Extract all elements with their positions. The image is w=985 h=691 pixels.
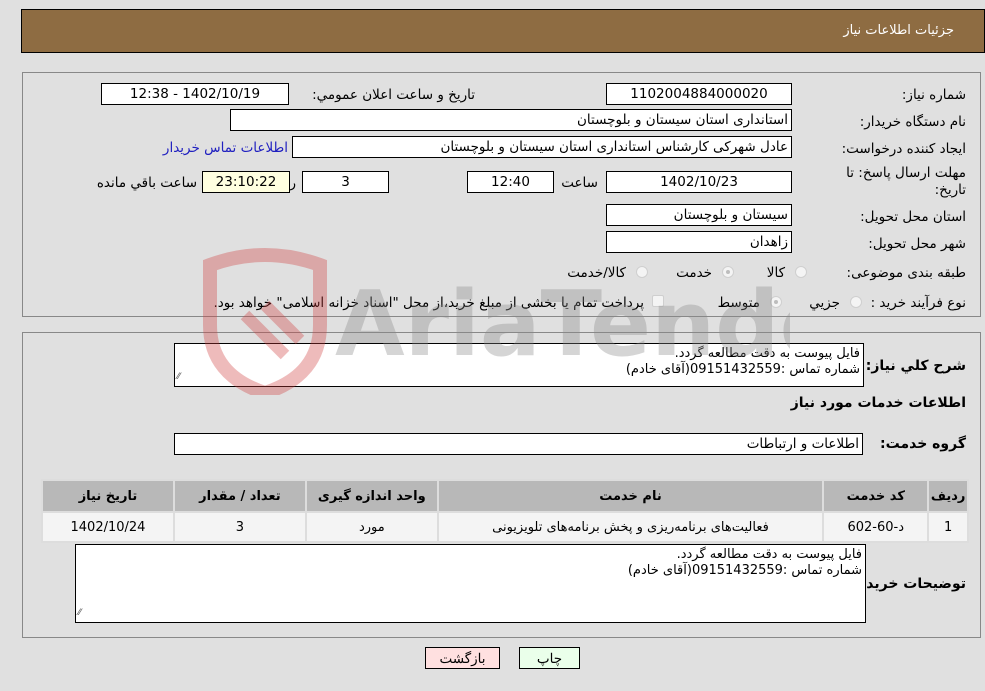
category-option-goods-service: کالا/خدمت: [567, 265, 626, 281]
category-radio-goods-service[interactable]: [636, 266, 648, 278]
delivery-province-field[interactable]: سیستان و بلوچستان: [606, 204, 792, 226]
table-header-row: ردیف کد خدمت نام خدمت واحد اندازه گیری ت…: [41, 479, 969, 513]
page-header: جزئیات اطلاعات نیاز: [21, 9, 985, 53]
days-remaining-field[interactable]: 3: [302, 171, 389, 193]
need-info-panel: شماره نیاز: 1102004884000020 تاریخ و ساع…: [22, 72, 981, 317]
announce-datetime-label: تاریخ و ساعت اعلان عمومي:: [312, 87, 475, 103]
requester-field[interactable]: عادل شهرکی کارشناس استانداری استان سیستا…: [292, 136, 792, 158]
col-header-unit: واحد اندازه گیری: [304, 479, 439, 513]
table-row: 1 د-60-602 فعالیت‌های برنامه‌ریزی و پخش …: [41, 511, 969, 543]
remaining-time-field[interactable]: 23:10:22: [202, 171, 290, 193]
category-radio-service[interactable]: [722, 266, 734, 278]
print-button[interactable]: چاپ: [519, 647, 580, 669]
services-heading: اطلاعات خدمات مورد نياز: [790, 395, 966, 411]
buyer-org-field[interactable]: استانداری استان سیستان و بلوچستان: [230, 109, 792, 131]
purchase-type-option-medium: متوسط: [717, 295, 760, 311]
remaining-time-label: ساعت باقي مانده: [96, 175, 197, 191]
cell-quantity: 3: [172, 511, 307, 543]
category-option-service: خدمت: [676, 265, 712, 281]
buyer-org-label: نام دستگاه خريدار:: [859, 114, 966, 130]
delivery-city-field[interactable]: زاهدان: [606, 231, 792, 253]
resize-grip-icon[interactable]: ⁄⁄: [177, 369, 180, 385]
general-desc-line-1: فایل پیوست به دقت مطالعه گردد.: [674, 346, 860, 361]
category-option-goods: کالا: [766, 265, 785, 281]
col-header-quantity: تعداد / مقدار: [172, 479, 307, 513]
cell-need-date: 1402/10/24: [41, 511, 175, 543]
delivery-city-label: شهر محل تحویل:: [868, 236, 966, 252]
delivery-province-label: استان محل تحویل:: [860, 209, 966, 225]
col-header-service-name: نام خدمت: [436, 479, 825, 513]
buyer-notes-line-2: شماره تماس :09151432559(آقای خادم): [627, 563, 862, 578]
treasury-note: پرداخت تمام یا بخشی از مبلغ خرید،از محل …: [213, 295, 644, 311]
general-desc-line-2: شماره تماس :09151432559(آقای خادم): [625, 362, 860, 377]
page-title: جزئیات اطلاعات نیاز: [843, 23, 954, 38]
deadline-time-field[interactable]: 12:40: [467, 171, 554, 193]
category-radio-goods[interactable]: [795, 266, 807, 278]
announce-datetime-field[interactable]: 1402/10/19 - 12:38: [101, 83, 289, 105]
col-header-service-code: کد خدمت: [822, 479, 930, 513]
requester-label: ایجاد کننده درخواست:: [841, 141, 966, 157]
deadline-label-line2: تاریخ:: [934, 182, 966, 198]
services-table: ردیف کد خدمت نام خدمت واحد اندازه گیری ت…: [41, 479, 969, 543]
cell-row-number: 1: [927, 511, 969, 543]
cell-service-name: فعالیت‌های برنامه‌ریزی و پخش برنامه‌های …: [436, 511, 825, 543]
purchase-type-option-minor: جزيي: [809, 295, 840, 311]
deadline-label-line1: مهلت ارسال پاسخ: تا: [846, 165, 966, 181]
purchase-type-radio-minor[interactable]: [850, 296, 862, 308]
general-desc-textarea[interactable]: فایل پیوست به دقت مطالعه گردد. شماره تما…: [174, 343, 864, 387]
deadline-label: مهلت ارسال پاسخ: تا تاریخ:: [846, 165, 966, 199]
deadline-date-field[interactable]: 1402/10/23: [606, 171, 792, 193]
purchase-type-radio-medium[interactable]: [770, 296, 782, 308]
general-desc-label: شرح کلي نياز:: [865, 358, 966, 374]
resize-grip-icon[interactable]: ⁄⁄: [78, 605, 81, 621]
need-number-field[interactable]: 1102004884000020: [606, 83, 792, 105]
service-group-label: گروه خدمت:: [880, 436, 966, 452]
need-details-panel: شرح کلي نياز: فایل پیوست به دقت مطالعه گ…: [22, 332, 981, 638]
buyer-notes-textarea[interactable]: فایل پیوست به دقت مطالعه گردد. شماره تما…: [75, 544, 866, 623]
buyer-contact-link[interactable]: اطلاعات تماس خریدار: [163, 140, 288, 156]
treasury-checkbox[interactable]: [652, 295, 664, 307]
service-group-field[interactable]: اطلاعات و ارتباطات: [174, 433, 863, 455]
cell-service-code: د-60-602: [822, 511, 930, 543]
deadline-time-label: ساعت: [561, 175, 598, 191]
cell-unit: مورد: [304, 511, 439, 543]
category-label: طبقه بندی موضوعی:: [846, 265, 966, 281]
buyer-notes-line-1: فایل پیوست به دقت مطالعه گردد.: [676, 547, 862, 562]
back-button[interactable]: بازگشت: [425, 647, 500, 669]
purchase-type-label: نوع فرآیند خرید :: [870, 295, 966, 311]
col-header-need-date: تاریخ نیاز: [41, 479, 175, 513]
col-header-row-number: ردیف: [927, 479, 969, 513]
need-number-label: شماره نیاز:: [901, 87, 966, 103]
